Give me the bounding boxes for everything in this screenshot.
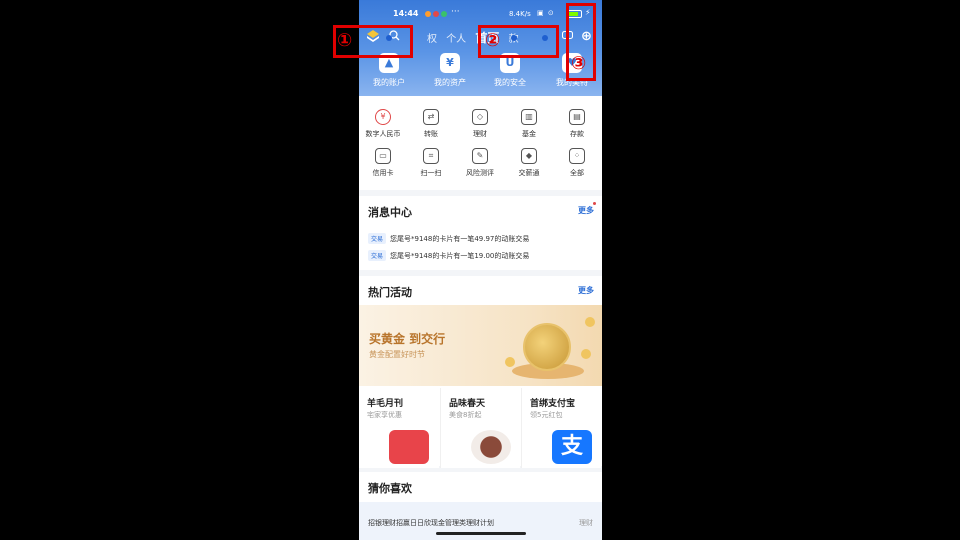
assets-icon: ¥ xyxy=(440,53,460,73)
deposit-icon: ▤ xyxy=(569,109,585,125)
service-label: 数字人民币 xyxy=(365,130,401,138)
service-scan[interactable]: ⌗ 扫一扫 xyxy=(407,148,455,178)
quick-label: 我的资产 xyxy=(434,78,466,87)
message-text: 您尾号*9148的卡片有一笔49.97的动账交易 xyxy=(390,235,530,243)
annotation-label-2: ② xyxy=(485,30,501,51)
service-label: 理财 xyxy=(473,130,487,138)
service-all[interactable]: ⁘ 全部 xyxy=(553,148,601,178)
promo-tile[interactable]: 羊毛月刊 宅家享优惠 xyxy=(359,388,439,468)
promo-title: 羊毛月刊 xyxy=(367,399,404,409)
services-grid: ¥ 数字人民币 ⇄ 转账 ◇ 理财 ▥ 基金 ▤ 存款 ▭ 信用卡 ⌗ 扫一扫 … xyxy=(359,96,602,190)
quick-my-assets[interactable]: ¥ 我的资产 xyxy=(420,50,480,88)
credit-card-icon: ▭ xyxy=(375,148,391,164)
status-time: 14:44 xyxy=(393,9,419,18)
notification-icons xyxy=(425,10,449,19)
promo-tile[interactable]: 首绑支付宝 领5元红包 支 xyxy=(521,388,601,468)
message-tag: 交易 xyxy=(368,233,387,244)
message-center-title: 消息中心 xyxy=(368,206,412,219)
annotation-label-1: ① xyxy=(337,30,353,51)
message-more-link[interactable]: 更多 xyxy=(578,205,594,216)
banner-title: 买黄金 到交行 xyxy=(369,332,446,346)
promo-tile[interactable]: 品味春天 美食8折起 xyxy=(440,388,520,468)
transfer-icon: ⇄ xyxy=(423,109,439,125)
status-more: ··· xyxy=(451,7,460,17)
service-label: 信用卡 xyxy=(372,169,394,177)
hot-activities-card: 热门活动 更多 买黄金 到交行 黄金配置好时节 羊毛月刊 宅家享优惠 品味春天 … xyxy=(359,276,602,468)
message-row[interactable]: 交易 您尾号*9148的卡片有一笔49.97的动账交易 xyxy=(368,233,529,244)
small-coin xyxy=(585,317,595,327)
promo-subtitle: 美食8折起 xyxy=(449,411,482,419)
hot-more-link[interactable]: 更多 xyxy=(578,285,594,296)
message-row[interactable]: 交易 您尾号*9148的卡片有一笔19.00的动账交易 xyxy=(368,250,529,261)
service-label: 转账 xyxy=(424,130,438,138)
service-salary[interactable]: ◆ 交薪通 xyxy=(505,148,553,178)
gift-box-image xyxy=(389,430,429,464)
service-fund[interactable]: ▥ 基金 xyxy=(505,109,553,139)
gold-banner[interactable]: 买黄金 到交行 黄金配置好时节 xyxy=(359,305,602,386)
digital-rmb-icon: ¥ xyxy=(375,109,391,125)
banner-subtitle: 黄金配置好时节 xyxy=(369,350,425,359)
risk-test-icon: ✎ xyxy=(472,148,488,164)
status-icons: ▣ ⊙ xyxy=(537,9,555,17)
salary-icon: ◆ xyxy=(521,148,537,164)
guess-you-like-card: 猜你喜欢 招银理财招赢日日欣现金管理类理财计划 理财 xyxy=(359,472,602,540)
service-credit-card[interactable]: ▭ 信用卡 xyxy=(359,148,407,178)
small-coin xyxy=(581,349,591,359)
guess-title: 猜你喜欢 xyxy=(368,482,412,495)
message-center-card: 消息中心 更多 交易 您尾号*9148的卡片有一笔49.97的动账交易 交易 您尾号… xyxy=(359,196,602,270)
unread-dot xyxy=(593,202,596,205)
hot-activities-title: 热门活动 xyxy=(368,286,412,299)
service-digital-rmb[interactable]: ¥ 数字人民币 xyxy=(359,109,407,139)
phone-screen: 14:44 ··· 8.4K/s ▣ ⊙ ⚡ 权 个人 首页 款 xyxy=(359,0,602,540)
home-indicator[interactable] xyxy=(436,532,526,535)
food-plate-image xyxy=(471,430,511,464)
promo-subtitle: 宅家享优惠 xyxy=(367,411,402,419)
fund-icon: ▥ xyxy=(521,109,537,125)
small-coin xyxy=(505,357,515,367)
tab-personal[interactable]: 个人 xyxy=(446,34,466,45)
service-label: 全部 xyxy=(570,169,584,177)
recommend-item[interactable]: 招银理财招赢日日欣现金管理类理财计划 xyxy=(368,518,494,528)
service-label: 基金 xyxy=(522,130,536,138)
service-wealth[interactable]: ◇ 理财 xyxy=(456,109,504,139)
message-tag: 交易 xyxy=(368,250,387,261)
quick-label: 我的账户 xyxy=(373,78,405,87)
service-deposit[interactable]: ▤ 存款 xyxy=(553,109,601,139)
all-icon: ⁘ xyxy=(569,148,585,164)
wealth-icon: ◇ xyxy=(472,109,488,125)
promo-subtitle: 领5元红包 xyxy=(530,411,563,419)
tab-privilege[interactable]: 权 xyxy=(427,34,437,45)
service-transfer[interactable]: ⇄ 转账 xyxy=(407,109,455,139)
promo-title: 品味春天 xyxy=(449,399,486,409)
service-label: 交薪通 xyxy=(518,169,540,177)
service-label: 存款 xyxy=(570,130,584,138)
message-text: 您尾号*9148的卡片有一笔19.00的动账交易 xyxy=(390,252,530,260)
service-label: 扫一扫 xyxy=(420,169,442,177)
alipay-logo-icon: 支 xyxy=(552,430,592,464)
network-speed: 8.4K/s xyxy=(509,10,531,18)
annotation-label-3: ③ xyxy=(571,53,587,74)
quick-label: 我的安全 xyxy=(494,78,526,87)
recommend-tag: 理财 xyxy=(579,519,593,527)
service-risk-test[interactable]: ✎ 风险测评 xyxy=(456,148,504,178)
service-label: 风险测评 xyxy=(466,169,494,177)
gold-coin-image xyxy=(523,323,571,371)
scan-icon: ⌗ xyxy=(423,148,439,164)
promo-title: 首绑支付宝 xyxy=(530,399,576,409)
